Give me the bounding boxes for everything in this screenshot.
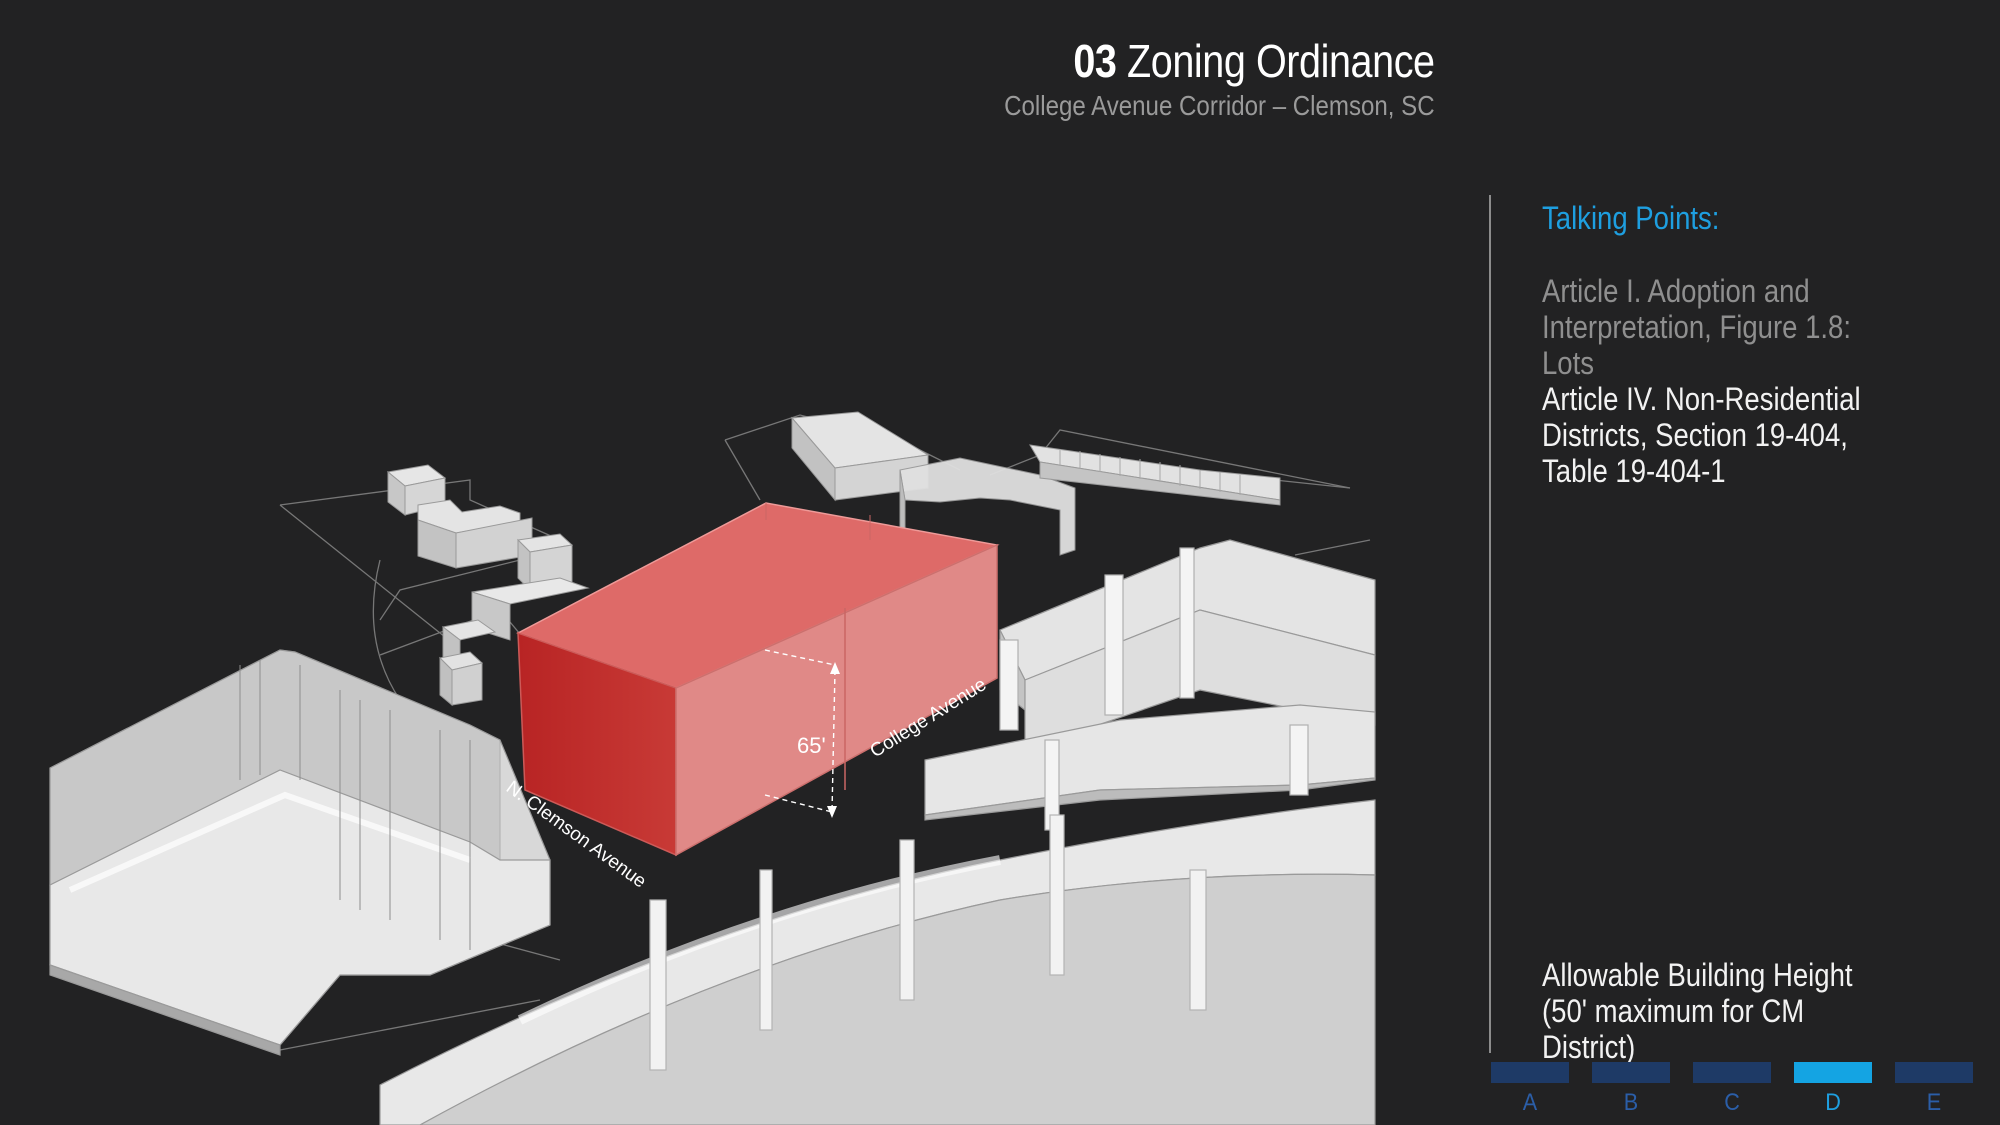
building-west <box>49 649 551 1056</box>
panel-divider <box>1489 195 1491 1053</box>
height-dimension-label: 65' <box>797 733 826 758</box>
tab-label: C <box>1724 1089 1740 1116</box>
tab-bar <box>1794 1062 1872 1083</box>
tab-label: D <box>1825 1089 1841 1116</box>
allowable-height-note: Allowable Building Height (50' maximum f… <box>1542 957 1853 1065</box>
tab-a[interactable]: A <box>1491 1062 1569 1122</box>
tab-b[interactable]: B <box>1592 1062 1670 1122</box>
talking-point-item: Article I. Adoption and Interpretation, … <box>1542 273 1852 381</box>
tab-c[interactable]: C <box>1693 1062 1771 1122</box>
tab-d[interactable]: D <box>1794 1062 1872 1122</box>
section-tabs: A B C D E <box>1491 1062 1981 1122</box>
talking-points-heading: Talking Points: <box>1542 200 1720 236</box>
tab-bar <box>1693 1062 1771 1083</box>
massing-diagram: 65' N. Clemson Avenue College Avenue <box>49 411 1376 1125</box>
tab-bar <box>1491 1062 1569 1083</box>
tab-bar <box>1895 1062 1973 1083</box>
tab-e[interactable]: E <box>1895 1062 1973 1122</box>
talking-point-item: Article IV. Non-Residential Districts, S… <box>1542 381 1861 489</box>
tab-label: E <box>1926 1089 1942 1116</box>
tab-bar <box>1592 1062 1670 1083</box>
tab-label: B <box>1623 1089 1639 1116</box>
tab-label: A <box>1522 1089 1538 1116</box>
